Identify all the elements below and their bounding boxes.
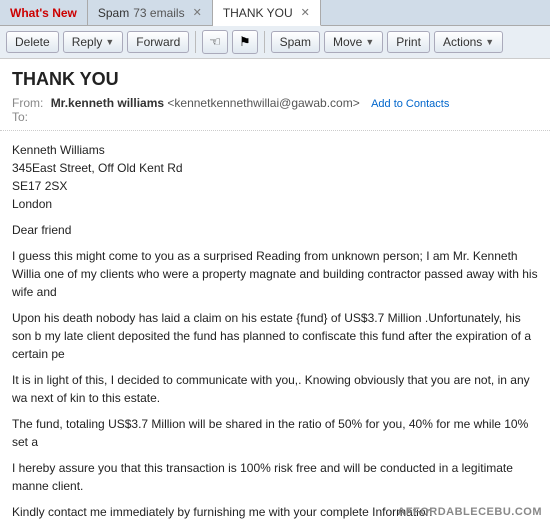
- actions-arrow-icon: ▼: [485, 37, 494, 47]
- flag-icon-button[interactable]: ⚑: [232, 30, 258, 54]
- body-paragraph: Kenneth Williams345East Street, Off Old …: [12, 141, 538, 213]
- from-label: From:: [12, 96, 43, 110]
- email-meta: From: Mr.kenneth williams <kennetkenneth…: [0, 94, 550, 131]
- add-contact-link[interactable]: Add to Contacts: [371, 98, 449, 110]
- body-paragraph: I guess this might come to you as a surp…: [12, 247, 538, 301]
- tab-spam-label: Spam: [98, 6, 129, 20]
- email-to-row: To:: [12, 110, 538, 124]
- print-label: Print: [396, 35, 421, 49]
- from-name: Mr.kenneth williams: [51, 96, 164, 110]
- tab-bar: What's New Spam 73 emails ✕ THANK YOU ✕: [0, 0, 550, 26]
- spam-label: Spam: [280, 35, 311, 49]
- spam-button[interactable]: Spam: [271, 31, 320, 53]
- forward-label: Forward: [136, 35, 180, 49]
- move-label: Move: [333, 35, 362, 49]
- email-body: Kenneth Williams345East Street, Off Old …: [0, 131, 550, 524]
- tab-spam-count: 73 emails: [133, 6, 184, 20]
- delete-button[interactable]: Delete: [6, 31, 59, 53]
- tab-thank-you[interactable]: THANK YOU ✕: [213, 0, 321, 26]
- reply-arrow-icon: ▼: [105, 37, 114, 47]
- toolbar-separator-1: [195, 31, 196, 53]
- tab-spam-close[interactable]: ✕: [193, 6, 202, 19]
- tab-whats-new-label: What's New: [10, 6, 77, 20]
- body-paragraph: Dear friend: [12, 221, 538, 239]
- email-from-row: From: Mr.kenneth williams <kennetkenneth…: [12, 96, 538, 110]
- tab-spam[interactable]: Spam 73 emails ✕: [88, 0, 213, 25]
- body-paragraph: The fund, totaling US$3.7 Million will b…: [12, 415, 538, 451]
- move-button[interactable]: Move ▼: [324, 31, 383, 53]
- tab-thank-you-label: THANK YOU: [223, 6, 293, 20]
- body-paragraph: I hereby assure you that this transactio…: [12, 459, 538, 495]
- tab-thank-you-close[interactable]: ✕: [301, 6, 310, 19]
- body-paragraph: Upon his death nobody has laid a claim o…: [12, 309, 538, 363]
- toolbar-separator-2: [264, 31, 265, 53]
- reply-label: Reply: [72, 35, 103, 49]
- move-arrow-icon: ▼: [365, 37, 374, 47]
- body-paragraph: It is in light of this, I decided to com…: [12, 371, 538, 407]
- hand-icon-button[interactable]: ☜: [202, 30, 228, 54]
- toolbar: Delete Reply ▼ Forward ☜ ⚑ Spam Move ▼ P…: [0, 26, 550, 59]
- from-email: <kennetkennethwillai@gawab.com>: [167, 96, 359, 110]
- tab-whats-new[interactable]: What's New: [0, 0, 88, 25]
- email-subject: THANK YOU: [0, 59, 550, 94]
- reply-button[interactable]: Reply ▼: [63, 31, 124, 53]
- forward-button[interactable]: Forward: [127, 31, 189, 53]
- print-button[interactable]: Print: [387, 31, 430, 53]
- actions-label: Actions: [443, 35, 482, 49]
- actions-button[interactable]: Actions ▼: [434, 31, 503, 53]
- delete-label: Delete: [15, 35, 50, 49]
- to-label: To:: [12, 110, 28, 124]
- watermark: AFFORDABLECEBU.COM: [397, 506, 542, 518]
